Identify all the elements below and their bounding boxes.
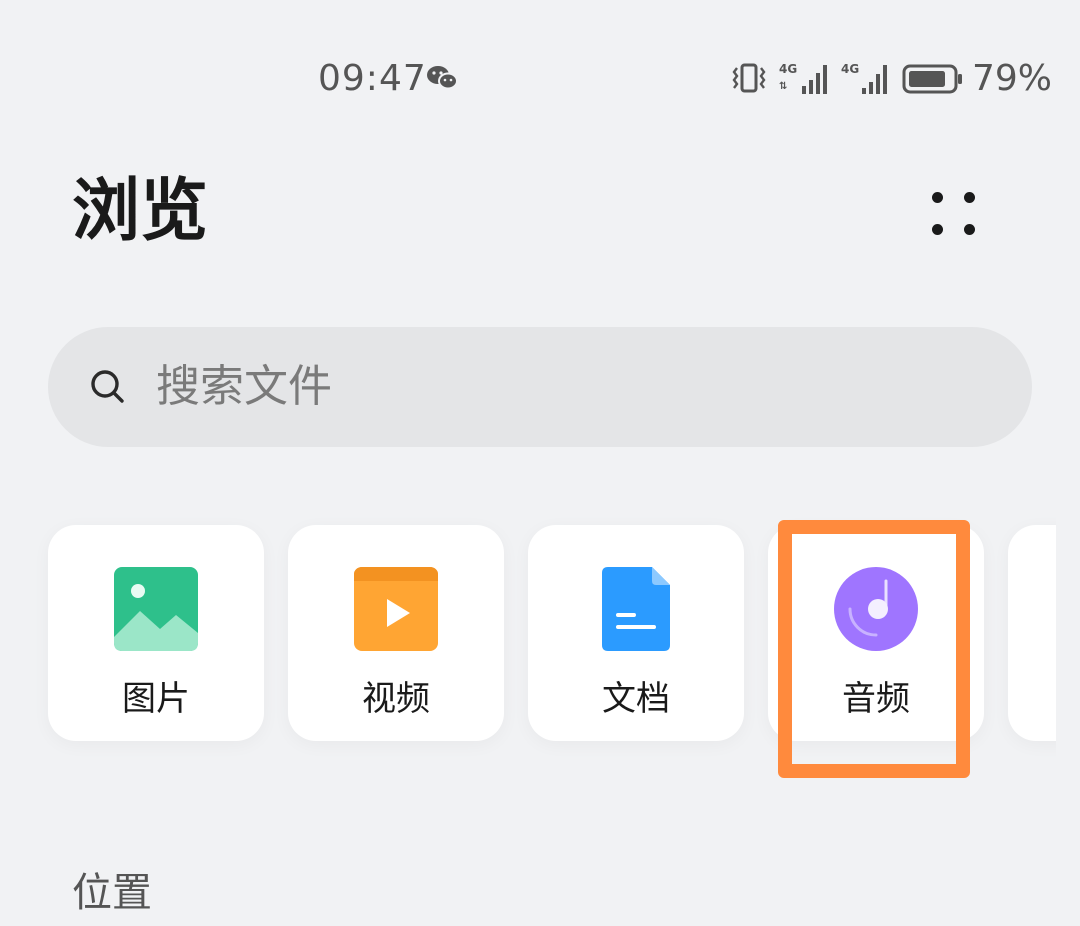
- category-label: 音频: [842, 679, 910, 719]
- category-label: 图片: [122, 679, 190, 719]
- search-icon: [91, 370, 124, 403]
- video-icon: [354, 567, 438, 651]
- category-label: 视频: [362, 679, 430, 719]
- vibrate-icon: [732, 63, 766, 93]
- more-dots-icon: [932, 224, 943, 235]
- more-options-button[interactable]: [920, 180, 990, 250]
- document-icon: [602, 567, 670, 651]
- category-images[interactable]: 图片: [48, 525, 264, 741]
- category-more[interactable]: [1008, 525, 1056, 741]
- more-dots-icon: [932, 192, 943, 203]
- more-dots-icon: [964, 192, 975, 203]
- signal-label: 4G: [841, 62, 859, 76]
- status-bar: 09:47 4G ⇅ 4G 79%: [0, 50, 1080, 110]
- section-heading-location: 位置: [72, 870, 152, 916]
- category-videos[interactable]: 视频: [288, 525, 504, 741]
- audio-icon: [834, 567, 918, 651]
- signal-label: 4G: [779, 62, 797, 76]
- svg-text:⇅: ⇅: [779, 81, 787, 92]
- signal-icon: 4G ⇅: [779, 62, 827, 94]
- status-time: 09:47: [318, 58, 427, 99]
- category-documents[interactable]: 文档: [528, 525, 744, 741]
- wechat-icon: [427, 66, 458, 90]
- more-dots-icon: [964, 224, 975, 235]
- category-row: 图片 视频 文档 音频: [0, 500, 1056, 770]
- page-title: 浏览: [72, 172, 209, 251]
- signal-icon: 4G: [841, 62, 887, 94]
- category-audio[interactable]: 音频: [768, 525, 984, 741]
- image-icon: [114, 567, 198, 651]
- category-label: 文档: [602, 679, 670, 719]
- battery-percentage: 79%: [972, 58, 1053, 99]
- battery-icon: [902, 64, 962, 94]
- search-placeholder: 搜索文件: [156, 361, 332, 412]
